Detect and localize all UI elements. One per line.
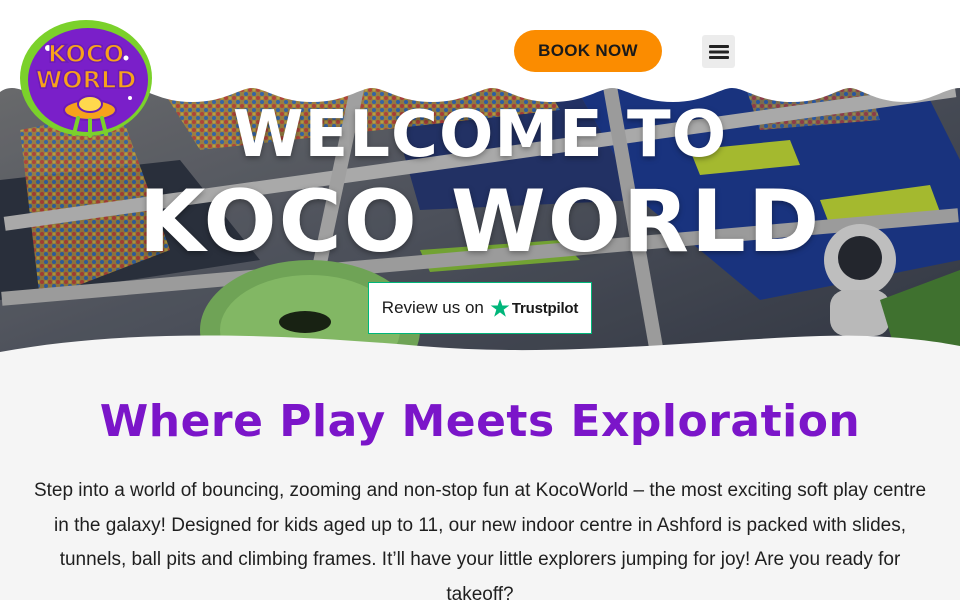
kocoworld-logo[interactable]: KOCO WORLD bbox=[18, 18, 154, 140]
menu-toggle-button[interactable] bbox=[702, 35, 735, 68]
review-label: Review us on bbox=[381, 298, 484, 317]
trustpilot-review-button[interactable]: Review us on Trustpilot bbox=[368, 282, 592, 334]
ufo-logo-icon: KOCO WORLD bbox=[20, 20, 152, 138]
svg-text:KOCO: KOCO bbox=[48, 40, 124, 68]
section-heading: Where Play Meets Exploration bbox=[99, 396, 861, 447]
hamburger-menu-icon bbox=[708, 44, 729, 59]
svg-text:WORLD: WORLD bbox=[36, 66, 137, 94]
trustpilot-logo: Trustpilot bbox=[490, 298, 578, 318]
hero-title-line2: KOCO WORLD bbox=[138, 172, 822, 272]
hero-bottom-wave bbox=[0, 335, 960, 366]
book-now-button[interactable]: BOOK NOW bbox=[514, 30, 662, 72]
trustpilot-star-icon bbox=[490, 298, 510, 317]
intro-paragraph: Step into a world of bouncing, zooming a… bbox=[33, 480, 927, 600]
trustpilot-wordmark: Trustpilot bbox=[511, 299, 579, 317]
